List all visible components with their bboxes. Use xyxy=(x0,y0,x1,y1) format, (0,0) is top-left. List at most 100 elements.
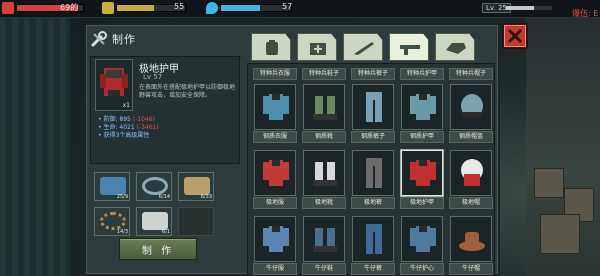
recipe-name: 钢质护甲 xyxy=(400,131,444,143)
recipe-name: 牛仔裤 xyxy=(351,263,395,275)
material-qty: 25/9 xyxy=(116,194,128,200)
stat-delta: (-1046) xyxy=(132,116,155,123)
leather-icon xyxy=(184,177,210,195)
tab-medkit[interactable] xyxy=(297,33,337,61)
denim-jacket-icon xyxy=(263,226,289,252)
polar-boots-icon xyxy=(313,162,337,186)
item-level: Lv 57 xyxy=(143,73,163,81)
recipe-item[interactable]: 特种兵帽子 xyxy=(449,68,493,80)
stat-delta: (-3461) xyxy=(136,124,159,131)
recipe-slot xyxy=(254,150,296,196)
recipe-item[interactable]: 钢质靴 xyxy=(302,84,346,144)
recipe-name: 牛仔护心 xyxy=(400,263,444,275)
recipe-item[interactable]: 特种兵衣服 xyxy=(253,68,297,80)
polar-hat-icon xyxy=(461,159,483,186)
recipe-slot xyxy=(450,84,492,130)
denim-shoes-icon xyxy=(313,228,337,252)
jeans-icon xyxy=(366,224,382,254)
recipe-name: 钢质衣服 xyxy=(253,131,297,143)
experience-bar xyxy=(506,6,552,10)
crafting-panel: 制作 x1 极地护甲 Lv 57 在表面外在搭配极地护甲以防御极地野兽攻击，增加… xyxy=(84,23,500,276)
recipe-item[interactable]: 钢质裤子 xyxy=(351,84,395,144)
backpack-tab-icon xyxy=(266,40,278,55)
material-qty: 14/3 xyxy=(116,229,128,235)
recipe-item[interactable]: 极地护甲 xyxy=(400,150,444,210)
food-icon xyxy=(102,2,114,14)
polar-suit-icon xyxy=(263,160,289,186)
close-button[interactable] xyxy=(502,23,528,49)
tab-armor[interactable] xyxy=(435,33,475,61)
recipe-name: 特种兵帽子 xyxy=(449,68,493,80)
craft-button[interactable]: 制 作 xyxy=(119,238,197,260)
polar-armor-icon xyxy=(410,160,436,186)
recipe-item[interactable]: 牛仔帽 xyxy=(449,216,493,275)
recipe-item[interactable]: 钢质护甲 xyxy=(400,84,444,144)
recipe-slot xyxy=(450,150,492,196)
health-value: 69 xyxy=(60,3,71,12)
recipe-name: 极地靴 xyxy=(302,197,346,209)
recipe-item[interactable]: 钢质衣服 xyxy=(253,84,297,144)
recipe-slot xyxy=(303,216,345,262)
heart-icon xyxy=(2,2,14,14)
tab-backpack[interactable] xyxy=(251,33,291,61)
recipe-slot xyxy=(352,84,394,130)
material-slot[interactable]: 6/33 xyxy=(178,172,214,201)
recipe-item[interactable]: 极地靴 xyxy=(302,150,346,210)
building-left xyxy=(0,18,70,276)
recipe-item[interactable]: 极地服 xyxy=(253,150,297,210)
tab-guns[interactable] xyxy=(389,33,429,61)
stat-row: • 生命: 4021 (-3461) xyxy=(98,124,159,131)
recipe-item[interactable]: 特种兵护甲 xyxy=(400,68,444,80)
material-slot[interactable]: 6/1 xyxy=(136,207,172,236)
recipe-name: 特种兵衣服 xyxy=(253,68,297,80)
top-hud: 69的 55 57 Lv. 25 爆伍: E xyxy=(0,0,600,18)
recipe-name: 牛仔帽 xyxy=(449,263,493,275)
stat-list: • 防御: 895 (-1046) • 生命: 4021 (-3461) • 获… xyxy=(98,116,159,140)
recipe-item[interactable]: 牛仔服 xyxy=(253,216,297,275)
recipe-slot xyxy=(303,84,345,130)
steel-helmet-icon xyxy=(461,94,483,118)
recipe-item[interactable]: 钢质帽盔 xyxy=(449,84,493,144)
recipe-slot xyxy=(352,150,394,196)
recipe-name: 极地裤 xyxy=(351,197,395,209)
recipe-name: 钢质裤子 xyxy=(351,131,395,143)
recipe-slot xyxy=(401,216,443,262)
panel-header: 制作 xyxy=(90,27,136,51)
recipe-name: 特种兵鞋子 xyxy=(302,68,346,80)
material-slot[interactable]: 25/9 xyxy=(94,172,130,201)
recipe-name: 特种兵裤子 xyxy=(351,68,395,80)
material-qty: 6/1 xyxy=(161,229,170,235)
crates-right xyxy=(526,18,600,276)
close-icon xyxy=(507,28,523,44)
recipe-slot xyxy=(254,216,296,262)
recipe-item[interactable]: 特种兵裤子 xyxy=(351,68,395,80)
tab-blades[interactable] xyxy=(343,33,383,61)
stat-label: 生命: 4021 xyxy=(103,124,135,131)
wire-icon xyxy=(142,177,168,195)
recipe-name: 极地服 xyxy=(253,197,297,209)
fabric-icon xyxy=(142,212,168,230)
recipe-item[interactable]: 极地帽 xyxy=(449,150,493,210)
wrench-screwdriver-icon xyxy=(90,30,108,48)
item-description: 在表面外在搭配极地护甲以防御极地野兽攻击，增加安全保障。 xyxy=(139,84,236,99)
steel-armor-icon xyxy=(410,94,436,120)
material-qty: 6/33 xyxy=(200,194,212,200)
recipe-name: 牛仔鞋 xyxy=(302,263,346,275)
material-slot[interactable]: 14/3 xyxy=(94,207,130,236)
material-slot[interactable]: 6/14 xyxy=(136,172,172,201)
steel-shirt-icon xyxy=(263,94,289,120)
medkit-tab-icon xyxy=(310,43,326,55)
recipe-name: 牛仔服 xyxy=(253,263,297,275)
recipe-slot xyxy=(401,150,443,196)
recipe-slot xyxy=(254,84,296,130)
recipe-slot xyxy=(450,216,492,262)
recipe-item[interactable]: 牛仔护心 xyxy=(400,216,444,275)
recipe-item[interactable]: 牛仔鞋 xyxy=(302,216,346,275)
health-suffix: 的 xyxy=(70,3,79,12)
recipe-item[interactable]: 极地裤 xyxy=(351,150,395,210)
rope-icon xyxy=(100,212,126,230)
denim-vest-icon xyxy=(410,226,436,252)
recipe-item[interactable]: 特种兵鞋子 xyxy=(302,68,346,80)
recipe-item[interactable]: 牛仔裤 xyxy=(351,216,395,275)
empty-slot xyxy=(178,207,214,236)
